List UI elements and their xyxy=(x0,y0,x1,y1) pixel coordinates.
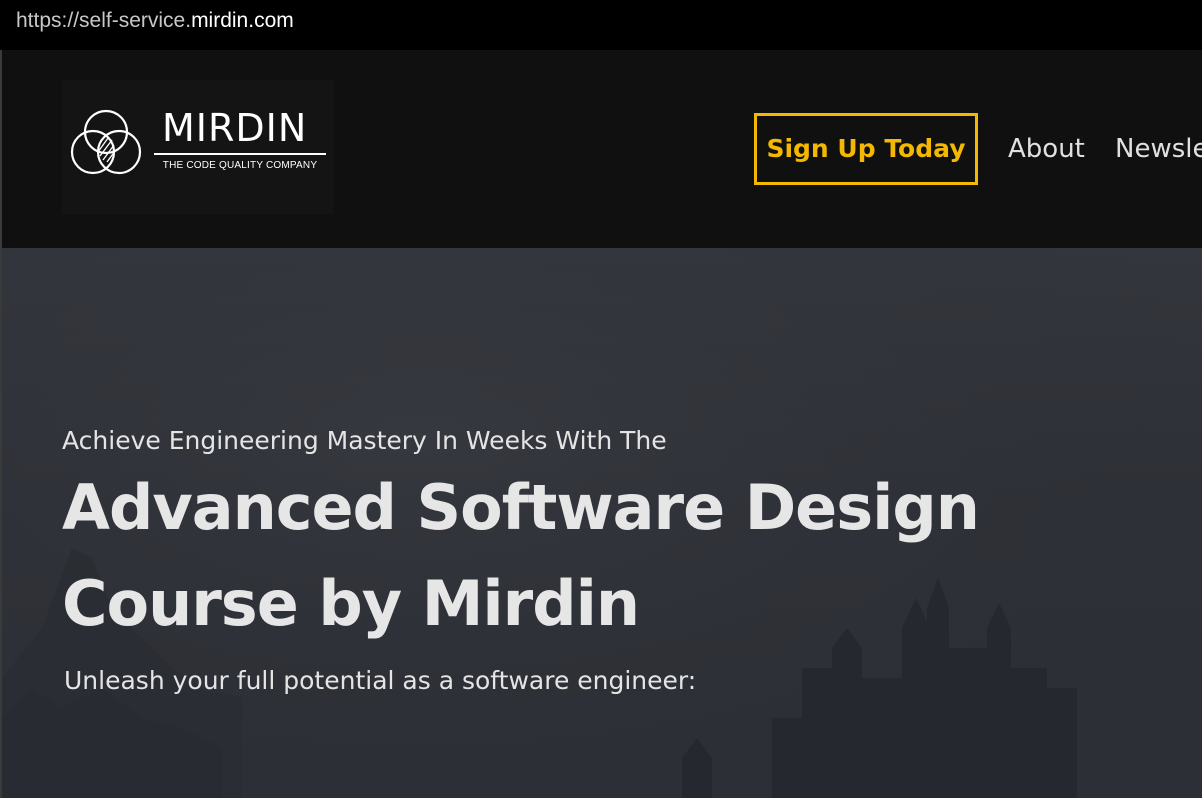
site-header: MIRDIN THE CODE QUALITY COMPANY Sign Up … xyxy=(2,50,1202,248)
nav-link-newsletter[interactable]: Newsle xyxy=(1115,131,1202,167)
hero-title: Advanced Software Design Course by Mirdi… xyxy=(62,471,980,640)
logo-divider xyxy=(154,153,326,155)
url-prefix: https://self-service. xyxy=(16,9,192,32)
logo-tagline: THE CODE QUALITY COMPANY xyxy=(162,160,318,171)
hero-subtitle: Unleash your full potential as a softwar… xyxy=(64,666,697,695)
hero-eyebrow: Achieve Engineering Mastery In Weeks Wit… xyxy=(62,426,667,455)
page-viewport: MIRDIN THE CODE QUALITY COMPANY Sign Up … xyxy=(0,50,1202,798)
sign-up-button[interactable]: Sign Up Today xyxy=(754,113,978,185)
hero-section: Achieve Engineering Mastery In Weeks Wit… xyxy=(2,248,1202,798)
logo-wordmark: MIRDIN xyxy=(162,106,308,150)
logo[interactable]: MIRDIN THE CODE QUALITY COMPANY xyxy=(62,80,334,214)
address-bar[interactable]: https://self-service.mirdin.com xyxy=(0,0,1202,50)
nav-link-about[interactable]: About xyxy=(1008,131,1085,167)
overlapping-circles-icon xyxy=(70,109,142,175)
url-domain: mirdin.com xyxy=(191,9,294,32)
